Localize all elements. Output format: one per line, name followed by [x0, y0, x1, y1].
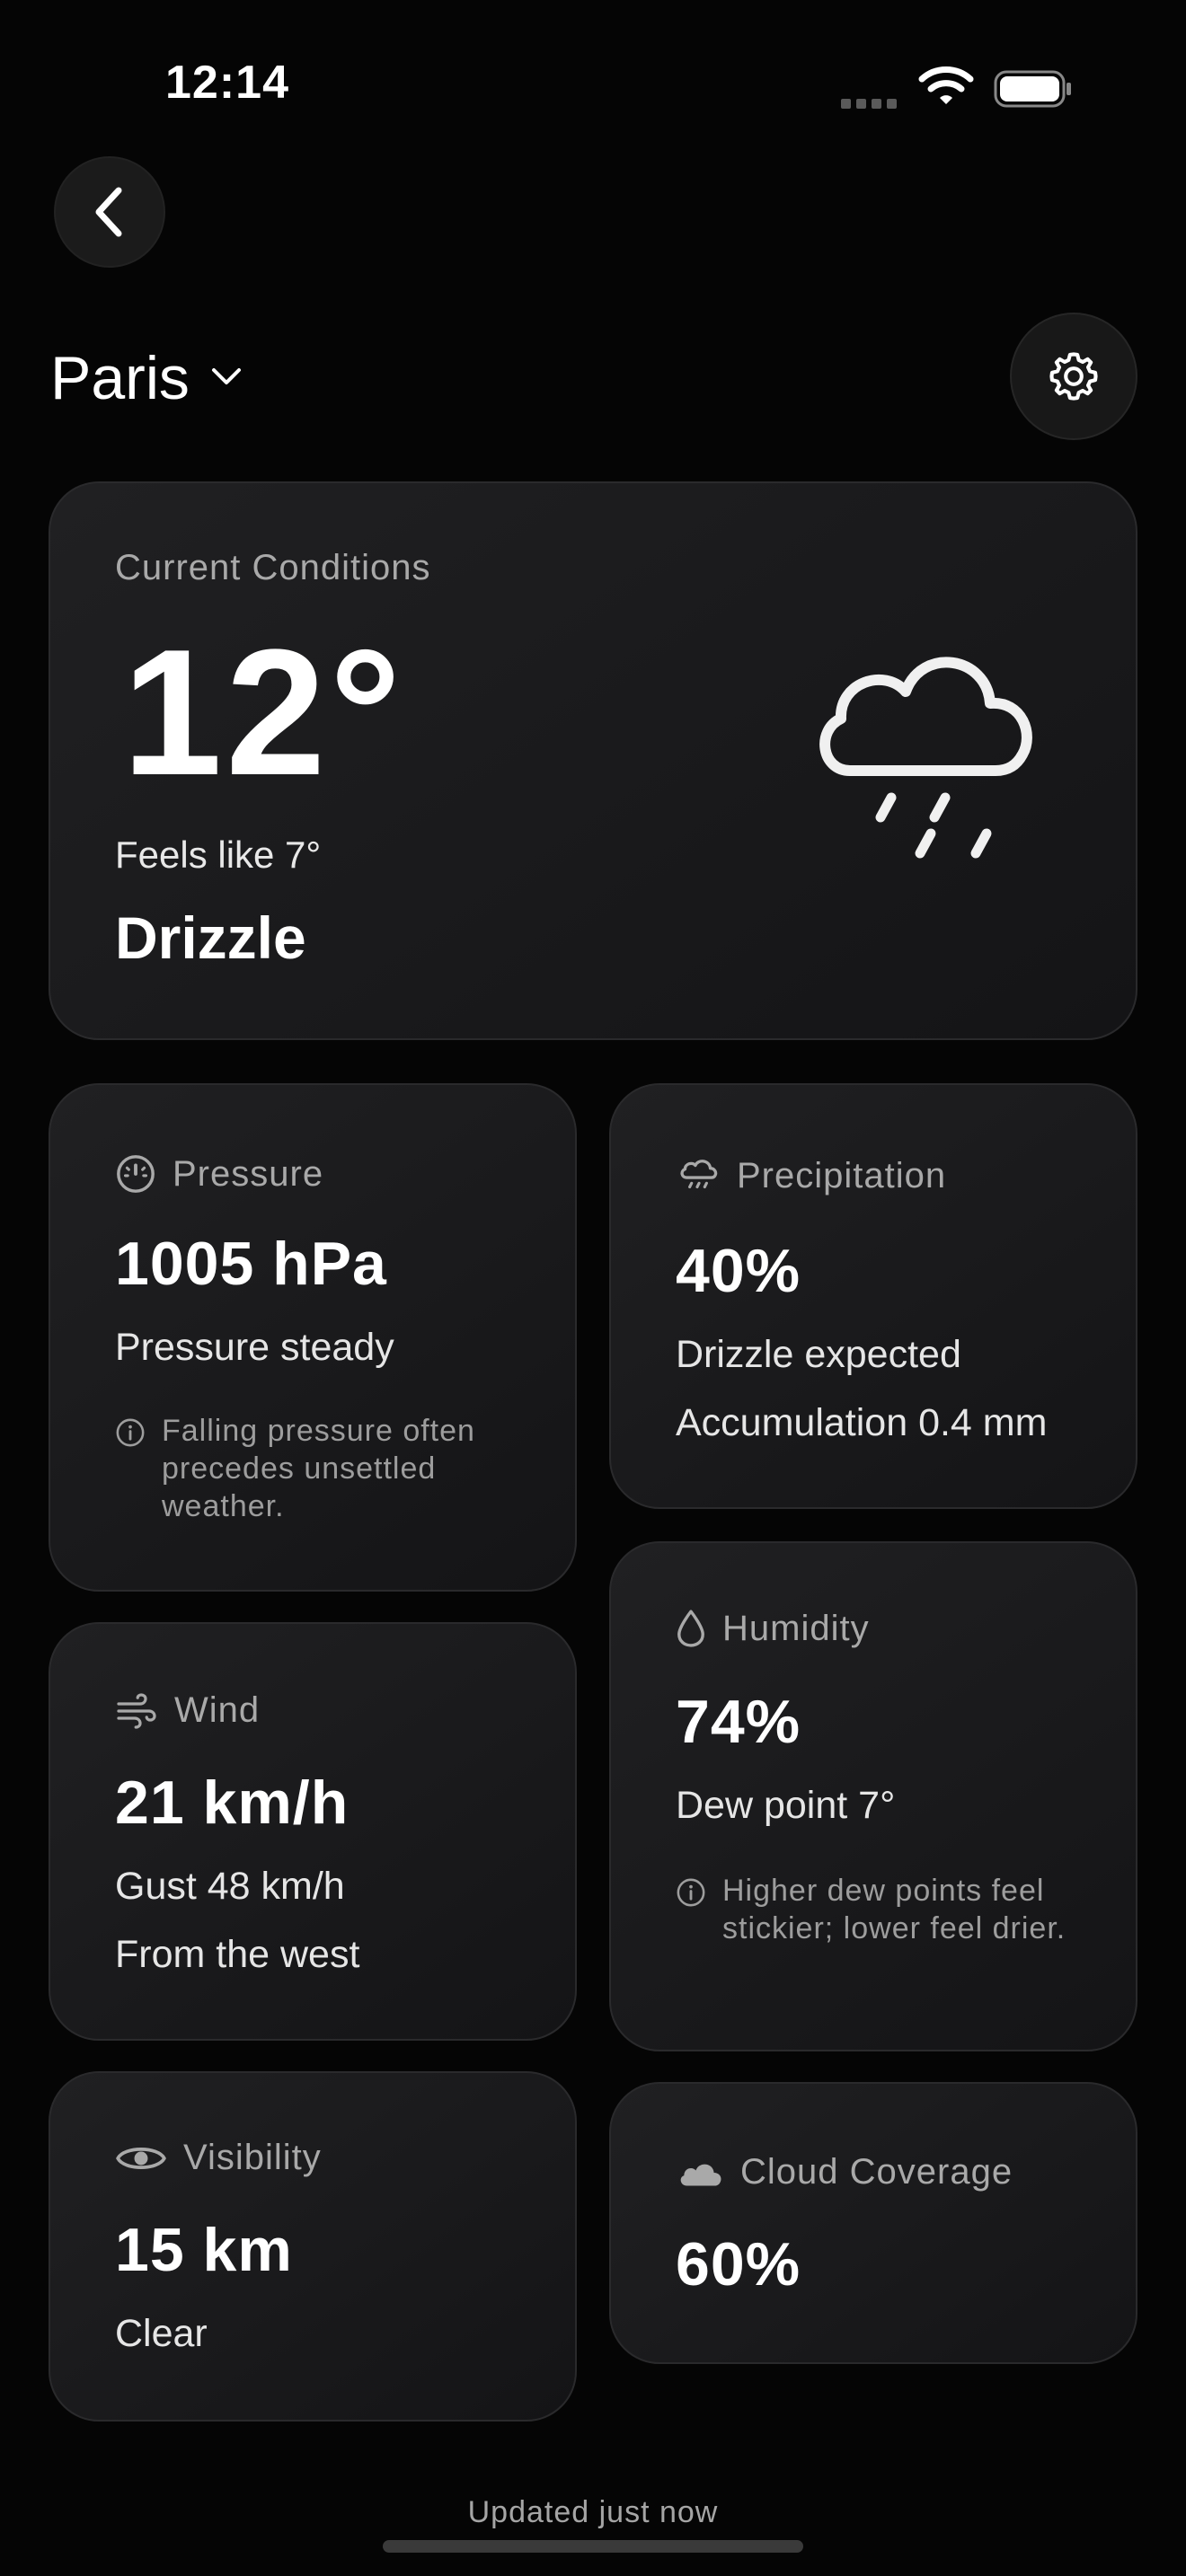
- precipitation-card[interactable]: Precipitation 40% Drizzle expected Accum…: [609, 1083, 1137, 1509]
- cloud-drizzle-icon: [819, 657, 1032, 859]
- condition-text: Drizzle: [115, 904, 306, 971]
- cloud-coverage-card[interactable]: Cloud Coverage 60%: [609, 2082, 1137, 2364]
- chevron-left-icon: [95, 187, 122, 237]
- visibility-label: Visibility: [183, 2138, 322, 2177]
- visibility-card[interactable]: Visibility 15 km Clear: [49, 2071, 577, 2422]
- pressure-trend: Pressure steady: [115, 1326, 394, 1369]
- precipitation-accumulation: Accumulation 0.4 mm: [676, 1401, 1048, 1444]
- wind-icon: [117, 1692, 156, 1729]
- wind-direction: From the west: [115, 1933, 360, 1976]
- updated-status: Updated just now: [467, 2495, 719, 2529]
- chevron-down-icon[interactable]: [208, 363, 244, 390]
- current-temperature: 12°: [122, 613, 405, 813]
- pressure-label: Pressure: [173, 1153, 324, 1194]
- cloud-coverage-value: 60%: [676, 2230, 801, 2298]
- city-selector[interactable]: Paris: [50, 343, 190, 413]
- wind-gust: Gust 48 km/h: [115, 1865, 345, 1908]
- cloud-rain-icon: [680, 1160, 718, 1189]
- humidity-note: Higher dew points feel stickier; lower f…: [722, 1874, 1067, 1945]
- wind-card[interactable]: Wind 21 km/h Gust 48 km/h From the west: [49, 1622, 577, 2041]
- wind-label: Wind: [174, 1690, 261, 1730]
- pressure-note: Falling pressure often precedes unsettle…: [162, 1414, 475, 1523]
- status-time: 12:14: [165, 57, 289, 109]
- eye-icon: [116, 2147, 166, 2169]
- precipitation-label: Precipitation: [737, 1155, 947, 1195]
- settings-button[interactable]: [1010, 313, 1137, 440]
- visibility-detail: Clear: [115, 2312, 208, 2355]
- battery-icon: [994, 70, 1071, 108]
- wifi-icon: [918, 66, 974, 104]
- gear-icon: [1049, 352, 1098, 401]
- cloud-coverage-label: Cloud Coverage: [740, 2152, 1013, 2192]
- humidity-value: 74%: [676, 1688, 801, 1756]
- feels-like-text: Feels like 7°: [115, 834, 322, 876]
- pressure-card[interactable]: Pressure 1005 hPa Pressure steady Fallin…: [49, 1083, 577, 1592]
- precipitation-detail: Drizzle expected: [676, 1333, 961, 1376]
- info-icon: [677, 1878, 705, 1907]
- humidity-card[interactable]: Humidity 74% Dew point 7° Higher dew poi…: [609, 1541, 1137, 2051]
- home-indicator[interactable]: [383, 2540, 803, 2553]
- current-conditions-label: Current Conditions: [115, 548, 431, 587]
- humidity-label: Humidity: [722, 1608, 870, 1648]
- dew-point-text: Dew point 7°: [676, 1784, 896, 1827]
- back-button[interactable]: [54, 156, 165, 268]
- info-icon: [116, 1418, 145, 1447]
- droplet-icon: [677, 1610, 704, 1647]
- precipitation-value: 40%: [676, 1237, 801, 1305]
- visibility-value: 15 km: [115, 2216, 293, 2284]
- pressure-value: 1005 hPa: [115, 1230, 387, 1298]
- wind-value: 21 km/h: [115, 1769, 350, 1837]
- current-conditions-card[interactable]: Current Conditions 12° Feels like 7° Dri…: [49, 481, 1137, 1040]
- gauge-icon: [117, 1155, 155, 1193]
- cloud-icon: [680, 2164, 721, 2186]
- cellular-signal-icon: [841, 97, 902, 113]
